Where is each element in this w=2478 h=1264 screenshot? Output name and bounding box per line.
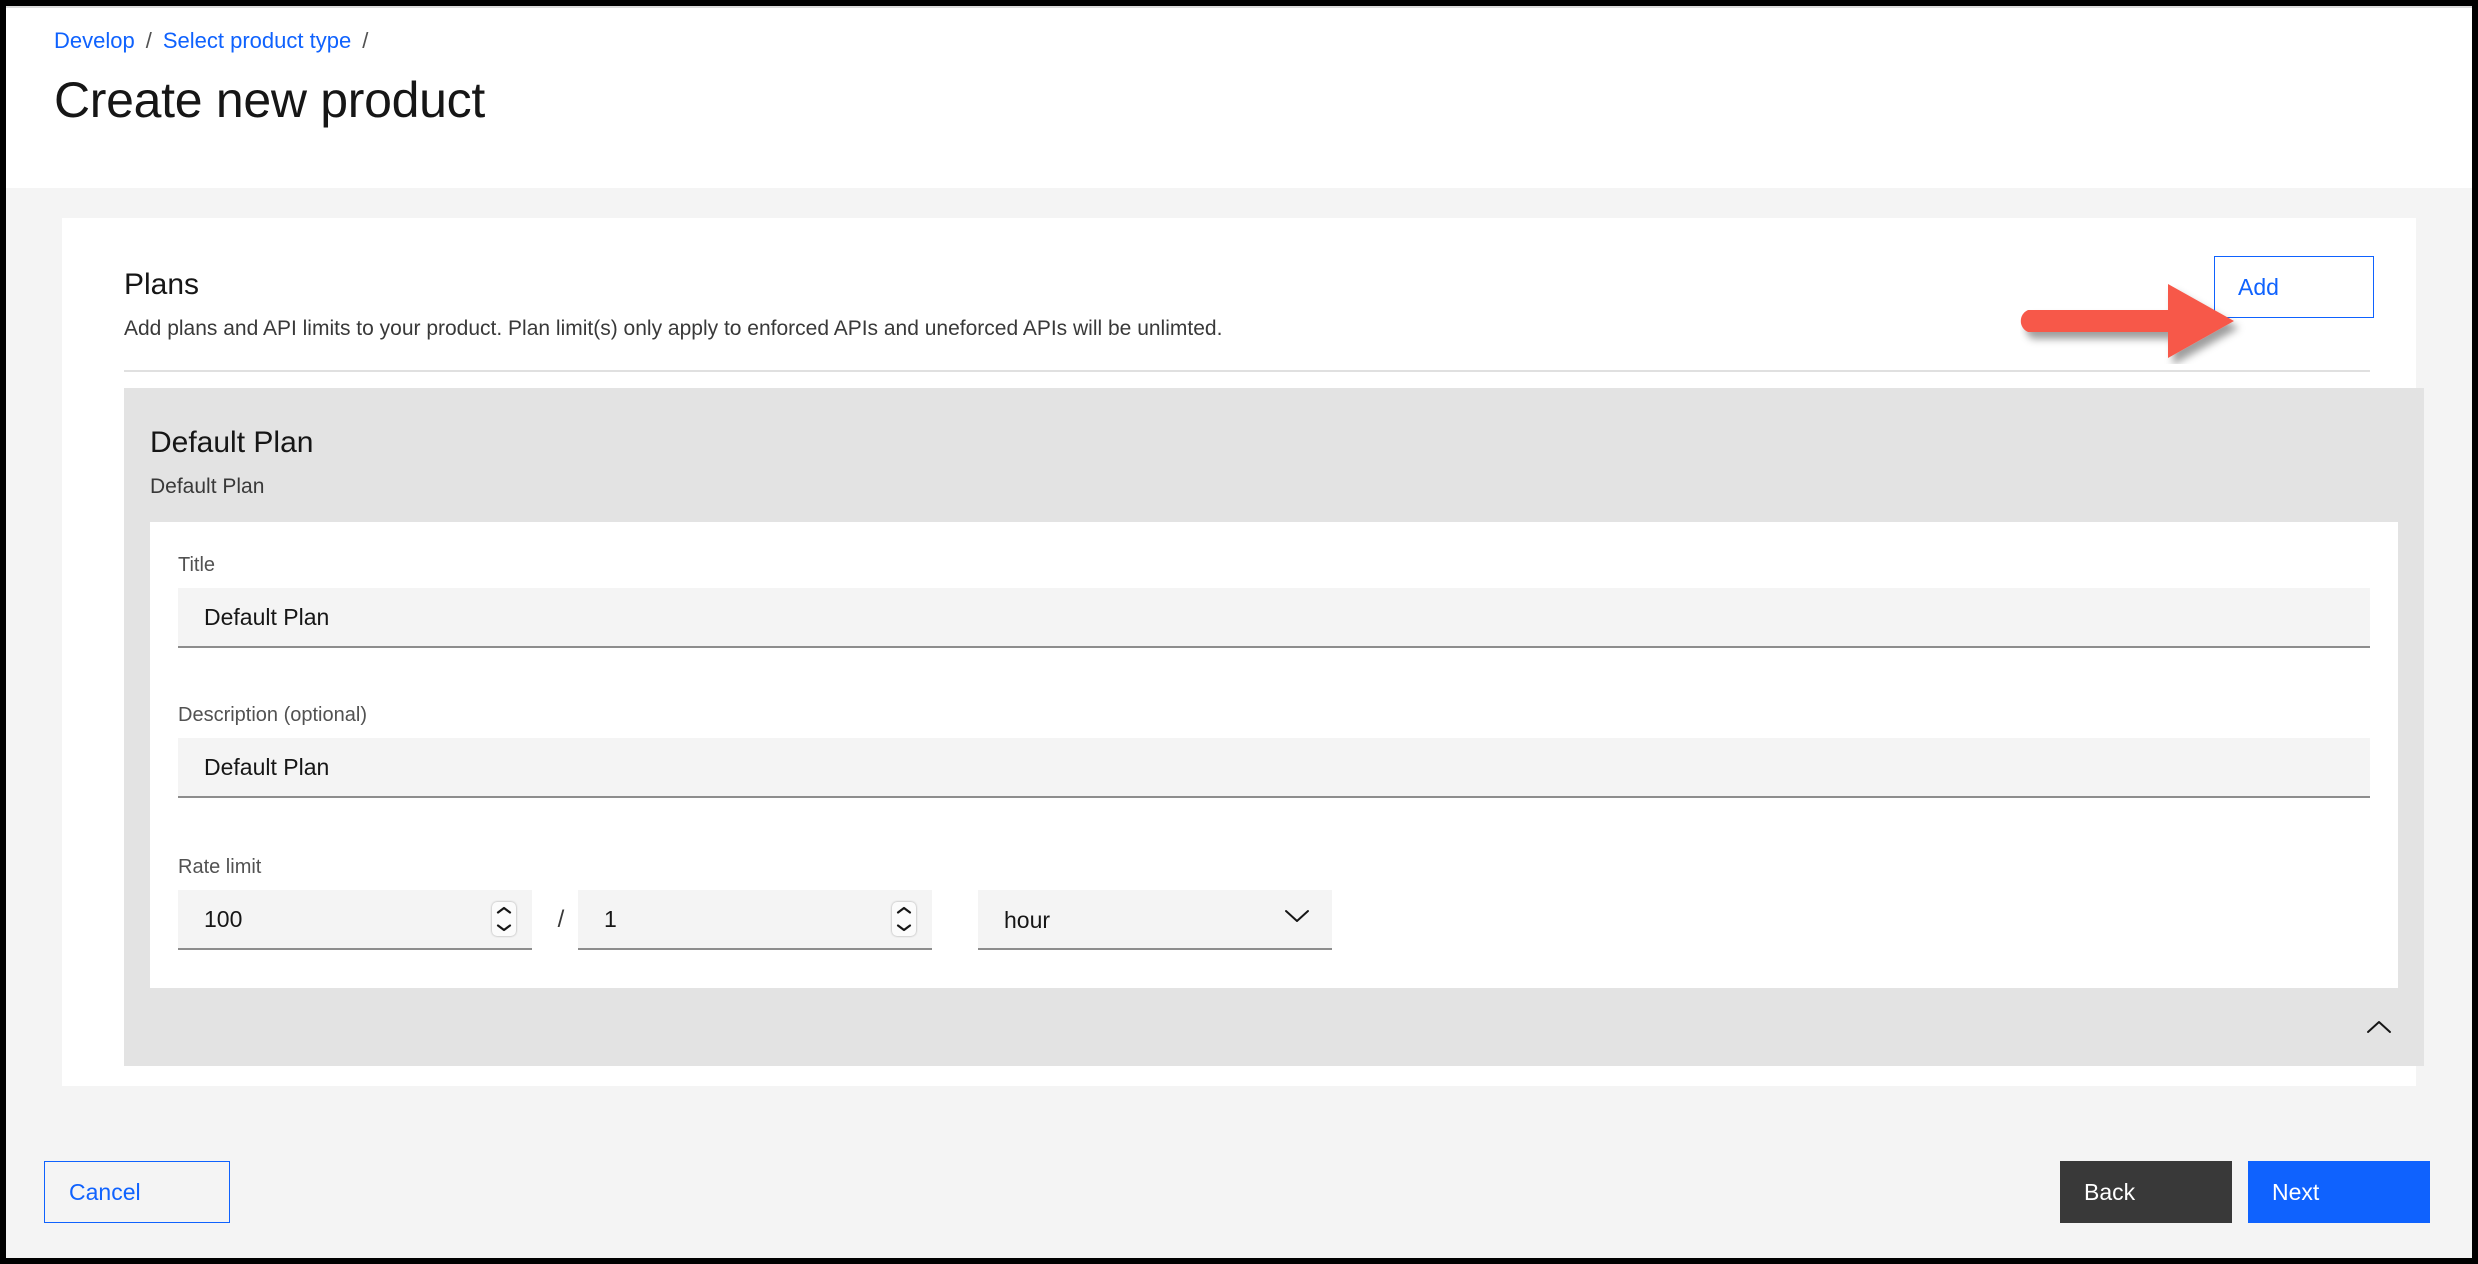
card-divider (124, 370, 2370, 372)
chevron-down-icon (1284, 909, 1310, 929)
plan-panel-default-plan: Default Plan Default Plan Title Descript… (124, 388, 2424, 1066)
back-button[interactable]: Back (2060, 1161, 2232, 1223)
rate-limit-separator: / (557, 906, 565, 933)
breadcrumb: Develop / Select product type / (54, 26, 379, 56)
breadcrumb-item-select-product-type[interactable]: Select product type (163, 26, 351, 56)
title-input[interactable] (178, 588, 2370, 648)
number-stepper-icon[interactable] (492, 902, 516, 936)
plans-card: Plans Add plans and API limits to your p… (62, 218, 2424, 1086)
add-plan-button[interactable]: Add (2214, 256, 2374, 318)
plan-name: Default Plan (150, 426, 314, 459)
plan-fields: Title Description (optional) Rate limit … (150, 522, 2398, 988)
rate-limit-period-count-input[interactable] (578, 890, 932, 948)
rate-limit-period-unit-value: hour (1004, 907, 1051, 933)
plans-description: Add plans and API limits to your product… (124, 317, 1223, 340)
rate-limit-period-count-stepper[interactable] (578, 890, 932, 950)
breadcrumb-separator-trailing: / (362, 28, 369, 53)
page-title: Create new product (54, 72, 485, 128)
rate-limit-label: Rate limit (178, 856, 262, 878)
description-label: Description (optional) (178, 704, 367, 726)
rate-limit-amount-stepper[interactable] (178, 890, 532, 950)
description-input[interactable] (178, 738, 2370, 798)
plan-subtitle: Default Plan (150, 475, 265, 498)
breadcrumb-item-develop[interactable]: Develop (54, 26, 135, 56)
plans-heading: Plans (124, 268, 200, 301)
chevron-up-icon (2366, 1020, 2392, 1038)
breadcrumb-separator: / (145, 28, 152, 53)
rate-limit-amount-input[interactable] (178, 890, 532, 948)
number-stepper-icon[interactable] (892, 902, 916, 936)
page-header: Develop / Select product type / Create n… (6, 6, 2472, 188)
cancel-button[interactable]: Cancel (44, 1161, 230, 1223)
next-button[interactable]: Next (2248, 1161, 2430, 1223)
plan-collapse-toggle[interactable] (2352, 1002, 2406, 1056)
app-screen: Develop / Select product type / Create n… (6, 6, 2472, 1258)
title-label: Title (178, 554, 216, 576)
rate-limit-period-unit-select[interactable]: hour (978, 890, 1332, 950)
